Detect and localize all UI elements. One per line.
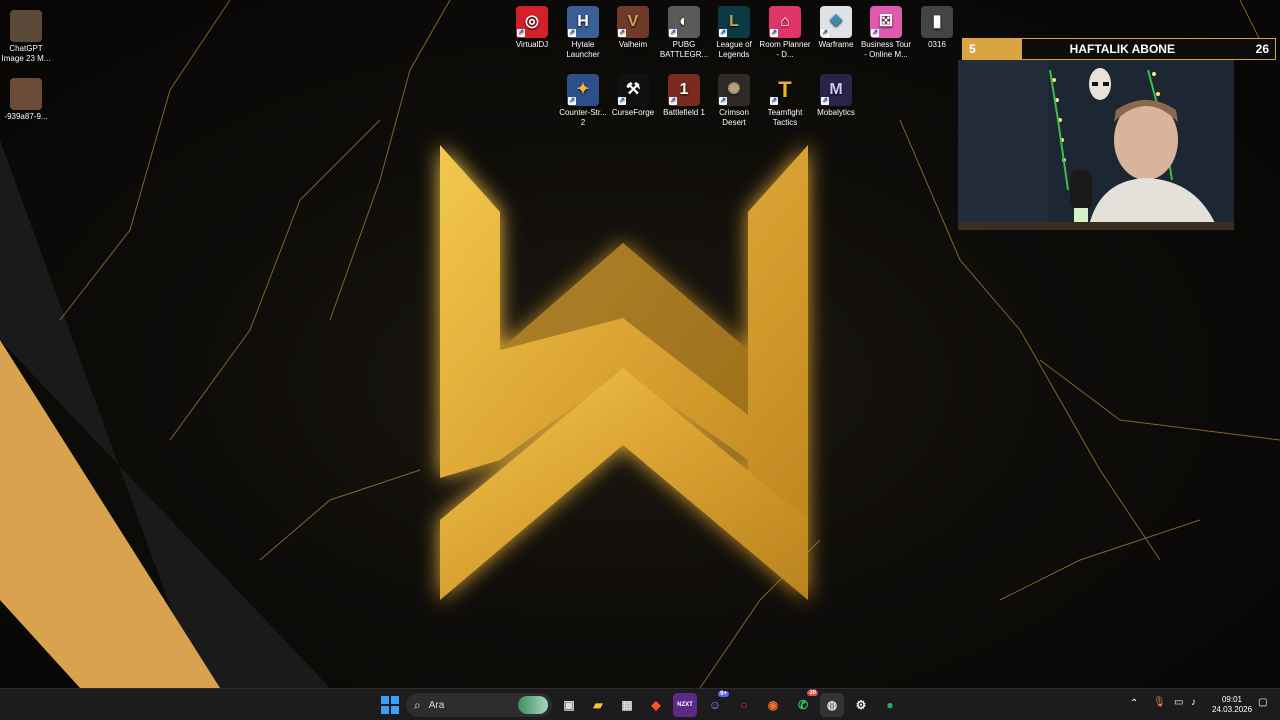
subscriber-goal-title: HAFTALIK ABONE: [1069, 42, 1175, 56]
crimson-desert-icon: ✺ ↗: [718, 74, 750, 106]
file-icon: ▮: [921, 6, 953, 38]
obs-button[interactable]: ◍: [820, 693, 844, 717]
taskbar: ⌕ Ara ▣ ▰ ▦ ◆ NZXT ☺ 9+ ○ ◉ ✆ 30 ◍ ⚙ ● ⌃…: [0, 688, 1280, 720]
desktop-icon-label: Room Planner - D...: [759, 40, 811, 59]
desktop-icon-crimson-desert[interactable]: ✺ ↗ Crimson Desert: [708, 74, 760, 128]
virtualdj-icon: ◎ ↗: [516, 6, 548, 38]
desktop-icon-label: 0316: [928, 40, 946, 49]
task-view-icon: ▣: [563, 698, 575, 712]
desktop-icon-label: Battlefield 1: [663, 108, 705, 117]
desktop-icon-hytale[interactable]: H ↗ Hytale Launcher: [557, 6, 609, 60]
mobalytics-icon: M ↗: [820, 74, 852, 106]
steam-icon: ⚙: [855, 698, 867, 712]
hytale-icon: H ↗: [567, 6, 599, 38]
spotify-icon: ●: [886, 698, 894, 712]
desktop-icon-image-file[interactable]: -939a87-9...: [0, 78, 52, 122]
desktop-icon-label: PUBG BATTLEGR...: [659, 40, 709, 59]
desktop-icon-label: ChatGPT Image 23 M...: [1, 44, 51, 63]
counter-strike-icon: ✦ ↗: [567, 74, 599, 106]
discord-icon: ☺: [708, 698, 722, 712]
whatsapp-button[interactable]: ✆ 30: [791, 690, 818, 717]
image-thumbnail-icon: [10, 10, 42, 42]
desktop-icon-battlefield[interactable]: 1 ↗ Battlefield 1: [658, 74, 710, 118]
tray-overflow-icon[interactable]: ⌃: [1130, 699, 1138, 709]
desktop-icon-label: Teamfight Tactics: [767, 108, 803, 127]
desktop-icon-label: Mobalytics: [817, 108, 855, 117]
pubg-icon: ◐ ↗: [668, 6, 700, 38]
nzxt-icon: NZXT: [677, 702, 693, 708]
business-tour-icon: ⚄ ↗: [870, 6, 902, 38]
desktop-icon-label: Counter-Str... 2: [559, 108, 607, 127]
desktop-icon-warframe[interactable]: ❖ ↗ Warframe: [810, 6, 862, 50]
desktop-icon-chatgpt-image[interactable]: ChatGPT Image 23 M...: [0, 10, 52, 64]
desktop-icon-room-planner[interactable]: ⌂ ↗ Room Planner - D...: [759, 6, 811, 60]
whatsapp-badge: 30: [807, 690, 818, 696]
desktop-icon-label: Business Tour - Online M...: [860, 40, 912, 59]
room-planner-icon: ⌂ ↗: [769, 6, 801, 38]
task-view-button[interactable]: ▣: [557, 693, 581, 717]
desktop-icon-virtualdj[interactable]: ◎ ↗ VirtualDJ: [506, 6, 558, 50]
whatsapp-icon: ✆: [797, 698, 809, 712]
start-button[interactable]: [378, 693, 402, 717]
taskbar-search[interactable]: ⌕ Ara: [406, 693, 552, 717]
clock-date: 24.03.2026: [1212, 705, 1253, 714]
valheim-icon: V ↗: [617, 6, 649, 38]
desktop-icon-teamfight-tactics[interactable]: T ↗ Teamfight Tactics: [759, 74, 811, 128]
clock-time: 09:01: [1221, 695, 1243, 704]
steam-button[interactable]: ⚙: [849, 693, 873, 717]
desktop-icon-0316[interactable]: ▮ 0316: [911, 6, 963, 50]
origin-button[interactable]: ◉: [761, 693, 785, 717]
desktop-icon-label: -939a87-9...: [4, 112, 48, 121]
spotify-button[interactable]: ●: [878, 693, 902, 717]
battlefield-icon: 1 ↗: [668, 74, 700, 106]
opera-button[interactable]: ○: [732, 693, 756, 717]
image-thumbnail-icon: [10, 78, 42, 110]
brave-button[interactable]: ◆: [644, 693, 668, 717]
subscriber-goal-target: 26: [1255, 42, 1269, 56]
search-placeholder: Ara: [428, 699, 445, 711]
search-highlight-icon: [518, 696, 548, 714]
microphone-icon[interactable]: 🎙: [1153, 698, 1166, 708]
desktop-icon-curseforge[interactable]: ⚒ ↗ CurseForge: [607, 74, 659, 118]
store-button[interactable]: ▦: [615, 693, 639, 717]
warframe-icon: ❖ ↗: [820, 6, 852, 38]
file-explorer-button[interactable]: ▰: [586, 693, 610, 717]
desktop-icon-label: CurseForge: [611, 108, 655, 117]
clock[interactable]: 09:01 24.03.2026: [1212, 695, 1252, 715]
desktop-icon-valheim[interactable]: V ↗ Valheim: [607, 6, 659, 50]
teamfight-tactics-icon: T ↗: [770, 77, 792, 105]
notification-icon[interactable]: ▢: [1258, 698, 1267, 708]
network-icon[interactable]: ▭: [1174, 698, 1183, 708]
discord-badge: 9+: [718, 691, 729, 697]
opera-icon: ○: [740, 698, 748, 712]
nzxt-button[interactable]: NZXT: [673, 693, 697, 717]
desktop-icon-league[interactable]: L ↗ League of Legends: [708, 6, 760, 60]
desktop-icon-label: League of Legends: [716, 40, 752, 59]
subscriber-goal-bar: 5 HAFTALIK ABONE 26: [962, 38, 1276, 60]
desktop-icon-business-tour[interactable]: ⚄ ↗ Business Tour - Online M...: [860, 6, 912, 60]
brave-icon: ◆: [651, 698, 661, 712]
league-icon: L ↗: [718, 6, 750, 38]
desktop-icon-label: VirtualDJ: [515, 40, 549, 49]
desktop-icon-mobalytics[interactable]: M ↗ Mobalytics: [810, 74, 862, 118]
windows-start-icon: [381, 696, 399, 714]
desktop-icon-label: Crimson Desert: [719, 108, 749, 127]
desktop-icon-label: Hytale Launcher: [566, 40, 600, 59]
webcam-feed: [958, 60, 1234, 230]
volume-icon[interactable]: ♪: [1191, 698, 1196, 708]
webcam-scene: [958, 60, 1234, 230]
obs-icon: ◍: [826, 698, 838, 712]
origin-icon: ◉: [767, 698, 779, 712]
discord-button[interactable]: ☺ 9+: [703, 691, 729, 717]
search-icon: ⌕: [414, 697, 421, 712]
folder-icon: ▰: [593, 698, 603, 712]
desktop-icon-pubg[interactable]: ◐ ↗ PUBG BATTLEGR...: [658, 6, 710, 60]
curseforge-icon: ⚒ ↗: [617, 74, 649, 106]
desktop-icon-counter-strike[interactable]: ✦ ↗ Counter-Str... 2: [557, 74, 609, 128]
w-logo: [440, 145, 808, 600]
store-icon: ▦: [621, 698, 633, 712]
desktop-icon-label: Valheim: [618, 40, 648, 49]
desktop-icon-label: Warframe: [818, 40, 854, 49]
